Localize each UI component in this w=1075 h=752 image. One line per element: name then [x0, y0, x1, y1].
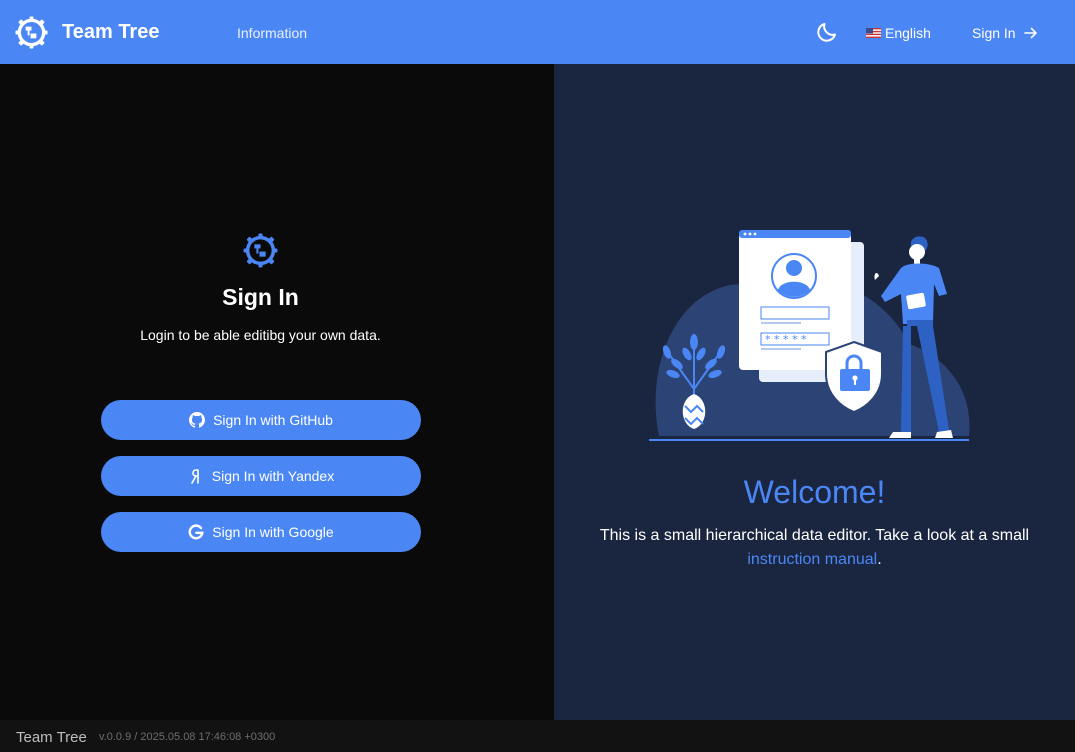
welcome-panel: * * * * * Welcome! This is a small hiera… — [554, 64, 1075, 720]
footer-version: v.0.0.9 / 2025.05.08 17:46:08 +0300 — [99, 731, 276, 743]
language-label: English — [885, 25, 931, 41]
welcome-text: This is a small hierarchical data editor… — [599, 527, 1030, 544]
signin-google-button[interactable]: Sign In with Google — [101, 512, 421, 552]
google-icon — [188, 524, 204, 540]
team-tree-logo-icon — [243, 233, 278, 268]
team-tree-logo-icon — [15, 16, 48, 49]
brand-home-link[interactable]: Team Tree — [14, 15, 159, 50]
header-signin-link[interactable]: Sign In — [972, 25, 1038, 41]
nav-information-link[interactable]: Information — [237, 25, 307, 41]
us-flag-icon — [866, 28, 881, 38]
signin-yandex-button[interactable]: Sign In with Yandex — [101, 456, 421, 496]
top-app-bar: Team Tree Information English Sign In — [0, 0, 1075, 64]
header-signin-label: Sign In — [972, 25, 1016, 41]
signin-panel: Sign In Login to be able editibg your ow… — [0, 64, 554, 720]
yandex-icon — [190, 469, 199, 484]
signin-subtitle: Login to be able editibg your own data. — [140, 327, 381, 343]
login-illustration: * * * * * — [649, 230, 970, 441]
footer: Team Tree v.0.0.9 / 2025.05.08 17:46:08 … — [0, 720, 1075, 752]
footer-app-name: Team Tree — [16, 729, 87, 746]
signin-yandex-label: Sign In with Yandex — [211, 468, 335, 484]
welcome-description: This is a small hierarchical data editor… — [554, 524, 1075, 572]
arrow-right-icon — [1023, 27, 1037, 39]
instruction-manual-link[interactable]: instruction manual — [747, 551, 877, 568]
language-selector[interactable]: English — [866, 25, 931, 41]
moon-icon[interactable] — [815, 20, 839, 44]
github-icon — [189, 412, 206, 428]
brand-name: Team Tree — [62, 21, 160, 43]
signin-github-button[interactable]: Sign In with GitHub — [101, 400, 421, 440]
welcome-text-end: . — [877, 551, 882, 568]
svg-text:* * * * *: * * * * * — [765, 333, 807, 346]
signin-title: Sign In — [222, 284, 299, 310]
signin-github-label: Sign In with GitHub — [213, 412, 333, 428]
signin-google-label: Sign In with Google — [212, 524, 334, 540]
welcome-title: Welcome! — [743, 474, 886, 510]
